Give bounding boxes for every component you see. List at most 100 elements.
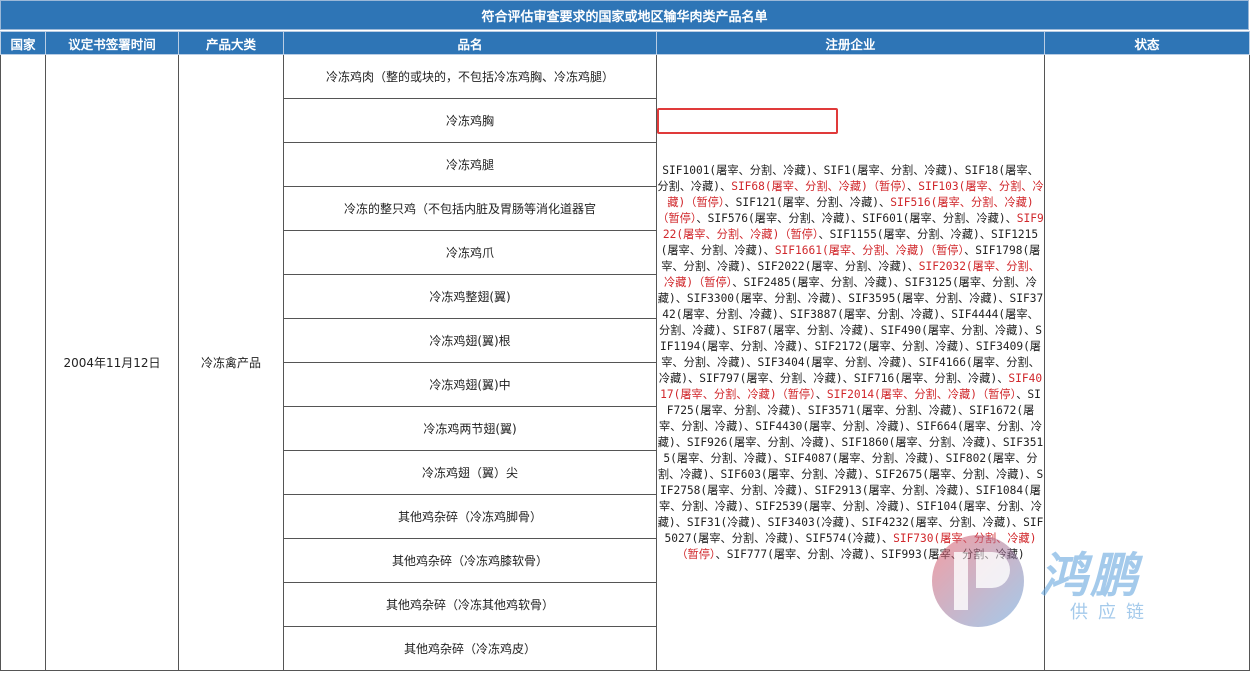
separator: 、: [815, 387, 827, 401]
company-entry: SIF3887(屠宰、分割、冷藏): [789, 307, 941, 321]
separator: 、: [870, 547, 882, 561]
header-country: 国家: [0, 31, 46, 55]
separator: 、: [744, 419, 756, 433]
status-cell: [1044, 54, 1250, 671]
company-entry: SIF1155(屠宰、分割、冷藏): [829, 227, 980, 241]
separator: 、: [1016, 387, 1028, 401]
separator: 、: [803, 339, 815, 353]
separator: 、: [696, 211, 708, 225]
header-product: 品名: [283, 31, 657, 55]
separator: 、: [893, 275, 905, 289]
separator: 、: [1025, 467, 1037, 481]
header-company: 注册企业: [656, 31, 1045, 55]
separator: 、: [688, 371, 700, 385]
product-cell: 其他鸡杂碎（冷冻其他鸡软骨）: [283, 582, 657, 627]
separator: 、: [763, 243, 775, 257]
header-category: 产品大类: [178, 31, 284, 55]
company-entry: SIF3404(屠宰、分割、冷藏): [757, 355, 908, 369]
company-entry: SIF121(屠宰、分割、冷藏): [735, 195, 880, 209]
separator: 、: [818, 227, 830, 241]
company-entry: SIF603(屠宰、分割、冷藏): [720, 467, 864, 481]
product-cell: 冷冻的整只鸡（不包括内脏及胃肠等消化道器官: [283, 186, 657, 231]
separator: 、: [1024, 323, 1036, 337]
country-cell: [0, 54, 46, 671]
separator: 、: [881, 531, 894, 545]
separator: 、: [979, 227, 991, 241]
company-entry-suspended: SIF68(屠宰、分割、冷藏)（暂停）: [731, 179, 908, 193]
separator: 、: [957, 403, 970, 417]
company-entry: SIF3571(屠宰、分割、冷藏): [807, 403, 958, 417]
company-entry: SIF3300(屠宰、分割、冷藏): [686, 291, 838, 305]
separator: 、: [744, 499, 756, 513]
separator: 、: [1011, 515, 1024, 529]
separator: 、: [796, 403, 808, 417]
company-entry: SIF2539(屠宰、分割、冷藏): [755, 499, 906, 513]
company-entry: SIF4087(屠宰、分割、冷藏): [784, 451, 935, 465]
sign-date-cell: 2004年11月12日: [45, 54, 179, 671]
separator: 、: [720, 179, 732, 193]
company-entry: SIF4232(屠宰、分割、冷藏): [861, 515, 1012, 529]
page-title: 符合评估审查要求的国家或地区输华肉类产品名单: [0, 0, 1249, 30]
company-entry: SIF3595(屠宰、分割、冷藏): [848, 291, 999, 305]
product-cell: 冷冻鸡翅（翼）尖: [283, 450, 657, 495]
separator: 、: [756, 515, 768, 529]
separator: 、: [721, 323, 733, 337]
separator: 、: [746, 355, 758, 369]
separator: 、: [997, 371, 1009, 385]
company-list: SIF1001(屠宰、分割、冷藏)、SIF1(屠宰、分割、冷藏)、SIF18(屠…: [658, 163, 1044, 563]
separator: 、: [907, 179, 919, 193]
separator: 、: [837, 291, 849, 305]
product-cell: 冷冻鸡肉（整的或块的，不包括冷冻鸡胸、冷冻鸡腿）: [283, 54, 657, 99]
company-entry: SIF31(冷藏): [686, 515, 757, 529]
separator: 、: [746, 259, 758, 273]
separator: 、: [907, 259, 919, 273]
product-list-table: 国家 议定书签署时间 产品大类 品名 注册企业 状态 2004年11月12日 冷…: [0, 31, 1250, 671]
company-entry: SIF1(屠宰、分割、冷藏): [823, 163, 954, 177]
table-header-row: 国家 议定书签署时间 产品大类 品名 注册企业 状态: [0, 31, 1250, 55]
separator: 、: [964, 483, 976, 497]
company-entry: SIF1860(屠宰、分割、冷藏): [841, 435, 992, 449]
product-cell: 冷冻鸡爪: [283, 230, 657, 275]
separator: 、: [778, 307, 790, 321]
separator: 、: [724, 195, 736, 209]
product-cell: 冷冻鸡胸: [283, 98, 657, 143]
header-sign-date: 议定书签署时间: [45, 31, 179, 55]
separator: 、: [794, 531, 806, 545]
company-entry: SIF716(屠宰、分割、冷藏): [853, 371, 998, 385]
separator: 、: [869, 323, 881, 337]
table-body: 2004年11月12日 冷冻禽产品 冷冻鸡肉（整的或块的，不包括冷冻鸡胸、冷冻鸡…: [0, 54, 1250, 671]
separator: 、: [863, 467, 876, 481]
separator: 、: [850, 515, 862, 529]
company-entry: SIF4430(屠宰、分割、冷藏): [755, 419, 906, 433]
separator: 、: [773, 451, 785, 465]
company-entry: SIF797(屠宰、分割、冷藏): [699, 371, 843, 385]
company-entry: SIF2913(屠宰、分割、冷藏): [814, 483, 965, 497]
product-cell: 冷冻鸡整翅(翼): [283, 274, 657, 319]
company-entry: SIF576(屠宰、分割、冷藏): [707, 211, 851, 225]
product-cell: 冷冻鸡腿: [283, 142, 657, 187]
company-entry: SIF574(冷藏): [805, 531, 882, 545]
separator: 、: [709, 467, 721, 481]
product-cell: 冷冻鸡两节翅(翼): [283, 406, 657, 451]
category-cell: 冷冻禽产品: [178, 54, 284, 671]
separator: 、: [934, 451, 946, 465]
separator: 、: [842, 371, 854, 385]
separator: 、: [879, 195, 891, 209]
separator: 、: [905, 499, 917, 513]
company-entry: SIF87(屠宰、分割、冷藏): [732, 323, 870, 337]
header-status: 状态: [1044, 31, 1250, 55]
company-entry-suspended: SIF2014(屠宰、分割、冷藏)（暂停）: [826, 387, 1017, 401]
product-cell: 其他鸡杂碎（冷冻鸡皮）: [283, 626, 657, 671]
product-cell: 冷冻鸡翅(翼)根: [283, 318, 657, 363]
company-entry: SIF490(屠宰、分割、冷藏): [880, 323, 1025, 337]
separator: 、: [1005, 211, 1017, 225]
separator: 、: [803, 483, 815, 497]
company-entry: SIF926(屠宰、分割、冷藏): [686, 435, 831, 449]
separator: 、: [812, 163, 824, 177]
separator: 、: [830, 435, 842, 449]
separator: 、: [675, 515, 687, 529]
company-entry: SIF601(屠宰、分割、冷藏): [862, 211, 1006, 225]
separator: 、: [964, 339, 976, 353]
separator: 、: [964, 243, 976, 257]
separator: 、: [732, 275, 744, 289]
